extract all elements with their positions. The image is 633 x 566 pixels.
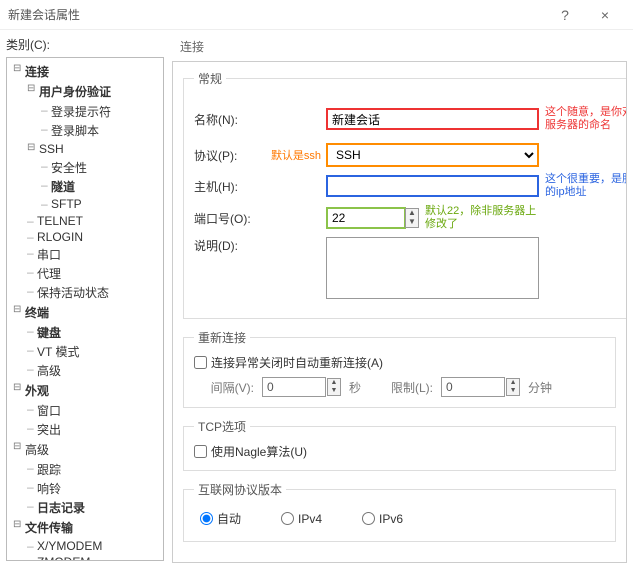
tree-ssh-tunnel[interactable]: 隧道	[51, 178, 75, 195]
note-host: 这个很重要，是服务器的ip地址	[539, 173, 627, 199]
label-host: 主机(H):	[194, 178, 270, 195]
note-name: 这个随意，是你对这个服务器的命名	[539, 106, 627, 132]
close-button[interactable]: ×	[585, 1, 625, 29]
group-tcp: TCP选项 使用Nagle算法(U)	[183, 418, 616, 471]
port-spinner[interactable]: ▲▼	[405, 208, 419, 228]
window-title: 新建会话属性	[8, 6, 545, 23]
tree-ssh-sftp[interactable]: SFTP	[51, 197, 82, 211]
tree-ssh[interactable]: SSH	[39, 142, 64, 156]
tree-filetrans[interactable]: 文件传输	[25, 519, 73, 536]
tree-zmodem[interactable]: ZMODEM	[37, 555, 90, 561]
label-limit: 限制(L):	[391, 379, 433, 396]
radio-ipv4[interactable]: IPv4	[281, 510, 322, 527]
legend-general: 常规	[194, 70, 226, 87]
settings-panel: 常规 名称(N): x 这个随意，是你对这个服务器的命名 协议(P): 默认是s…	[172, 61, 627, 563]
tree-trace[interactable]: 跟踪	[37, 461, 61, 478]
tree-appearance[interactable]: 外观	[25, 382, 49, 399]
tree-ssh-security[interactable]: 安全性	[51, 159, 87, 176]
name-input[interactable]	[326, 108, 539, 130]
tree-window[interactable]: 窗口	[37, 402, 61, 419]
host-input[interactable]	[326, 175, 539, 197]
note-port: 默认22，除非服务器上修改了	[419, 205, 539, 231]
category-label: 类别(C):	[6, 36, 164, 53]
radio-ipv6[interactable]: IPv6	[362, 510, 403, 527]
tree-terminal[interactable]: 终端	[25, 304, 49, 321]
label-interval: 间隔(V):	[194, 379, 254, 396]
radio-auto[interactable]: 自动	[200, 510, 241, 527]
tree-logging[interactable]: 日志记录	[37, 499, 85, 516]
page-title: 连接	[172, 36, 627, 61]
tree-auth-prompt[interactable]: 登录提示符	[51, 103, 111, 120]
tree-telnet[interactable]: TELNET	[37, 214, 83, 228]
legend-inet: 互联网协议版本	[194, 481, 286, 498]
limit-input[interactable]	[441, 377, 505, 397]
label-minutes: 分钟	[528, 379, 552, 396]
tree-advanced[interactable]: 高级	[37, 362, 61, 379]
interval-spinner[interactable]: ▲▼	[327, 378, 341, 396]
tree-xymodem[interactable]: X/YMODEM	[37, 539, 102, 553]
interval-input[interactable]	[262, 377, 326, 397]
title-bar: 新建会话属性 ? ×	[0, 0, 633, 30]
group-inet: 互联网协议版本 自动 IPv4 IPv6	[183, 481, 616, 542]
tree-auth-script[interactable]: 登录脚本	[51, 122, 99, 139]
tree-keyboard[interactable]: 键盘	[37, 324, 61, 341]
group-reconnect: 重新连接 连接异常关闭时自动重新连接(A) 间隔(V): ▲▼ 秒 限制(L):	[183, 329, 616, 408]
group-general: 常规 名称(N): x 这个随意，是你对这个服务器的命名 协议(P): 默认是s…	[183, 70, 627, 319]
tree-serial[interactable]: 串口	[37, 246, 61, 263]
tree-highlight[interactable]: 突出	[37, 421, 61, 438]
nagle-checkbox[interactable]: 使用Nagle算法(U)	[194, 443, 605, 460]
port-input[interactable]	[326, 207, 406, 229]
legend-tcp: TCP选项	[194, 418, 250, 435]
annot-protocol: 默认是ssh	[270, 147, 322, 163]
tree-connection[interactable]: 连接	[25, 63, 49, 80]
tree-rlogin[interactable]: RLOGIN	[37, 230, 83, 244]
label-protocol: 协议(P):	[194, 147, 270, 164]
protocol-select[interactable]: SSH	[326, 143, 539, 167]
tree-auth[interactable]: 用户身份验证	[39, 83, 111, 100]
label-seconds: 秒	[349, 379, 361, 396]
label-name: 名称(N):	[194, 111, 270, 128]
limit-spinner[interactable]: ▲▼	[506, 378, 520, 396]
tree-proxy[interactable]: 代理	[37, 265, 61, 282]
reconnect-checkbox[interactable]: 连接异常关闭时自动重新连接(A)	[194, 354, 605, 371]
desc-textarea[interactable]	[326, 237, 539, 299]
help-button[interactable]: ?	[545, 1, 585, 29]
tree-adv2[interactable]: 高级	[25, 441, 49, 458]
category-tree[interactable]: ⊟连接 ⊟用户身份验证 –登录提示符 –登录脚本 ⊟SSH –安全性 –隧道 –…	[6, 57, 164, 561]
tree-vtmode[interactable]: VT 模式	[37, 343, 79, 360]
label-desc: 说明(D):	[194, 237, 270, 254]
tree-bell[interactable]: 响铃	[37, 480, 61, 497]
tree-keepalive[interactable]: 保持活动状态	[37, 284, 109, 301]
label-port: 端口号(O):	[194, 210, 270, 227]
legend-reconnect: 重新连接	[194, 329, 250, 346]
